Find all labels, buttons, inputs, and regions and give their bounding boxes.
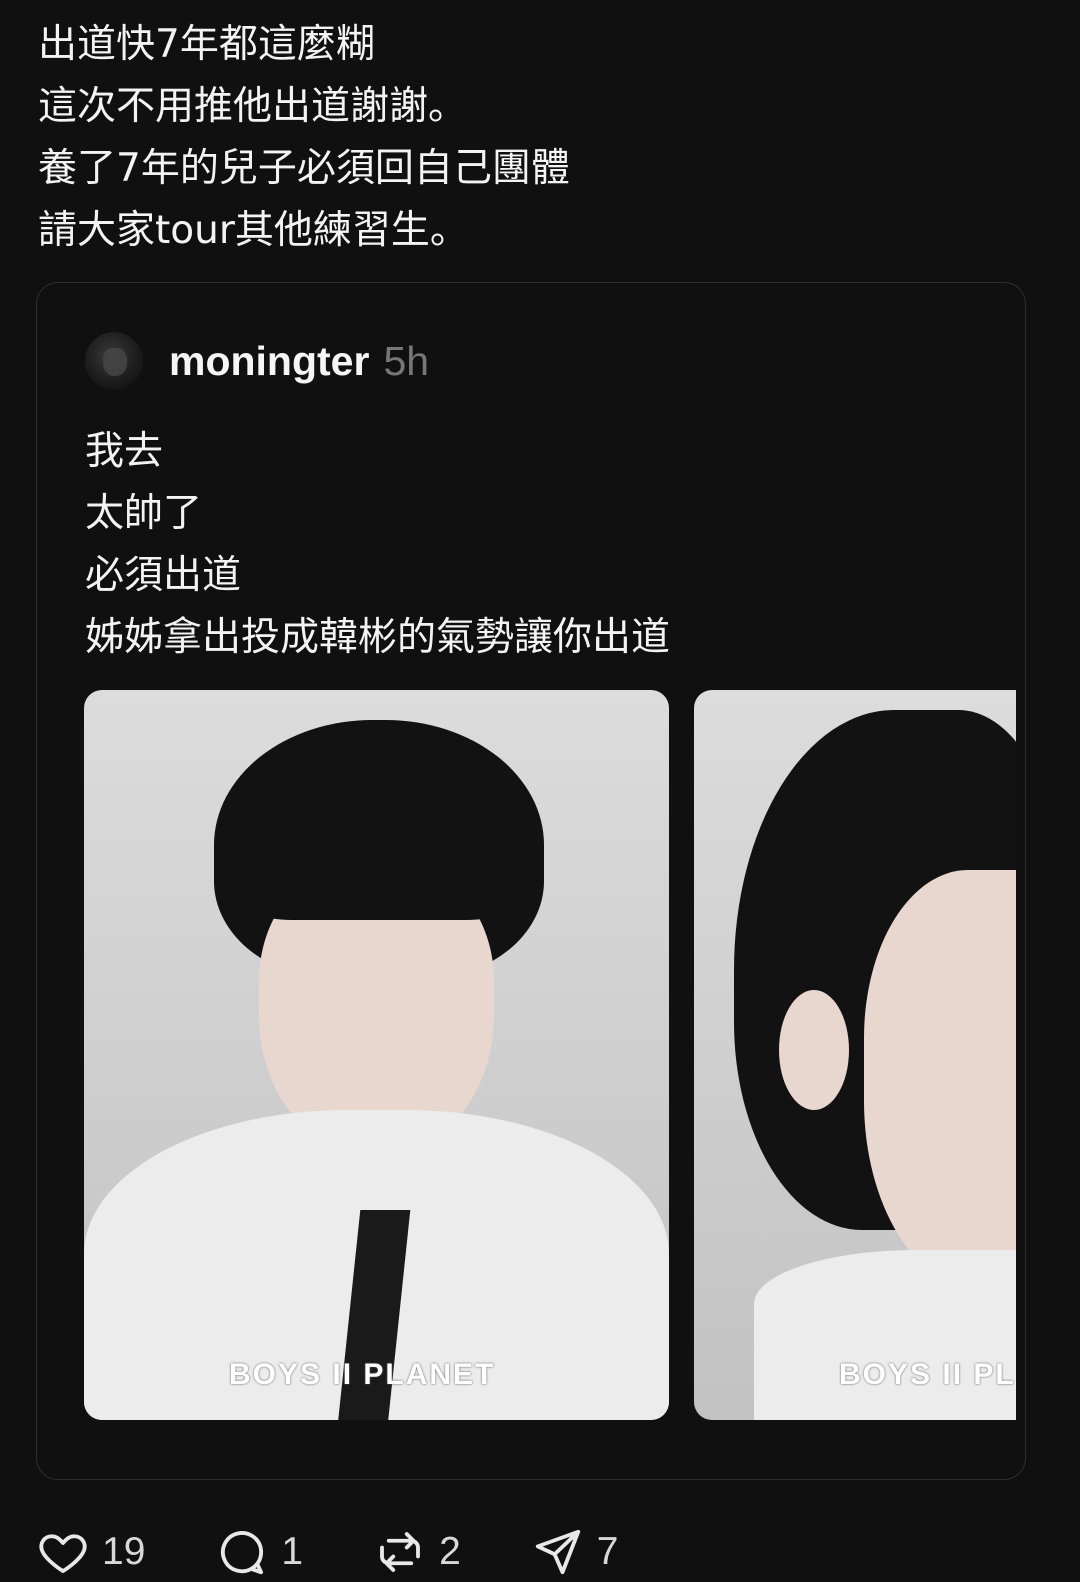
repost-icon (380, 1532, 421, 1572)
quoted-line: 太帥了 (85, 491, 203, 536)
post-line: 請大家tour其他練習生。 (38, 208, 469, 253)
share-count: 7 (596, 1530, 619, 1573)
post-text: 出道快7年都這麼糊 這次不用推他出道謝謝。 養了7年的兒子必須回自己團體 請大家… (38, 14, 1038, 262)
quoted-post-text: 我去 太帥了 必須出道 姊姊拿出投成韓彬的氣勢讓你出道 (85, 421, 670, 669)
quoted-line: 我去 (85, 429, 164, 474)
quoted-line: 姊姊拿出投成韓彬的氣勢讓你出道 (85, 615, 671, 660)
photo-watermark: BOYS II PL (839, 1358, 1016, 1391)
quoted-post-card[interactable]: moningter 5h 我去 太帥了 必須出道 姊姊拿出投成韓彬的氣勢讓你出道… (36, 282, 1026, 1480)
heart-icon (39, 1534, 87, 1574)
reply-count: 1 (281, 1530, 304, 1573)
repost-count: 2 (439, 1530, 461, 1573)
photo-watermark: BOYS II PLANET (229, 1358, 496, 1391)
avatar[interactable] (85, 332, 143, 390)
repost-button[interactable]: 2 (373, 1525, 461, 1579)
share-button[interactable]: 7 (531, 1525, 619, 1579)
quoted-line: 必須出道 (85, 553, 242, 598)
timestamp: 5h (383, 337, 430, 384)
quoted-post-header: moningter 5h (85, 331, 429, 391)
photo-2[interactable]: BOYS II PL (694, 690, 1016, 1420)
photo-1[interactable]: BOYS II PLANET (84, 690, 669, 1420)
send-icon (535, 1529, 580, 1575)
post-line: 養了7年的兒子必須回自己團體 (38, 146, 570, 191)
like-count: 19 (102, 1530, 146, 1573)
comment-icon (221, 1531, 264, 1575)
media-carousel[interactable]: BOYS II PLANET BOYS II PL (84, 690, 1016, 1422)
post-line: 這次不用推他出道謝謝。 (38, 84, 468, 129)
reply-button[interactable]: 1 (215, 1525, 303, 1579)
username[interactable]: moningter (169, 338, 369, 385)
post-actions: 19 1 2 7 (36, 1522, 689, 1582)
post-line: 出道快7年都這麼糊 (38, 22, 375, 67)
like-button[interactable]: 19 (36, 1525, 145, 1579)
